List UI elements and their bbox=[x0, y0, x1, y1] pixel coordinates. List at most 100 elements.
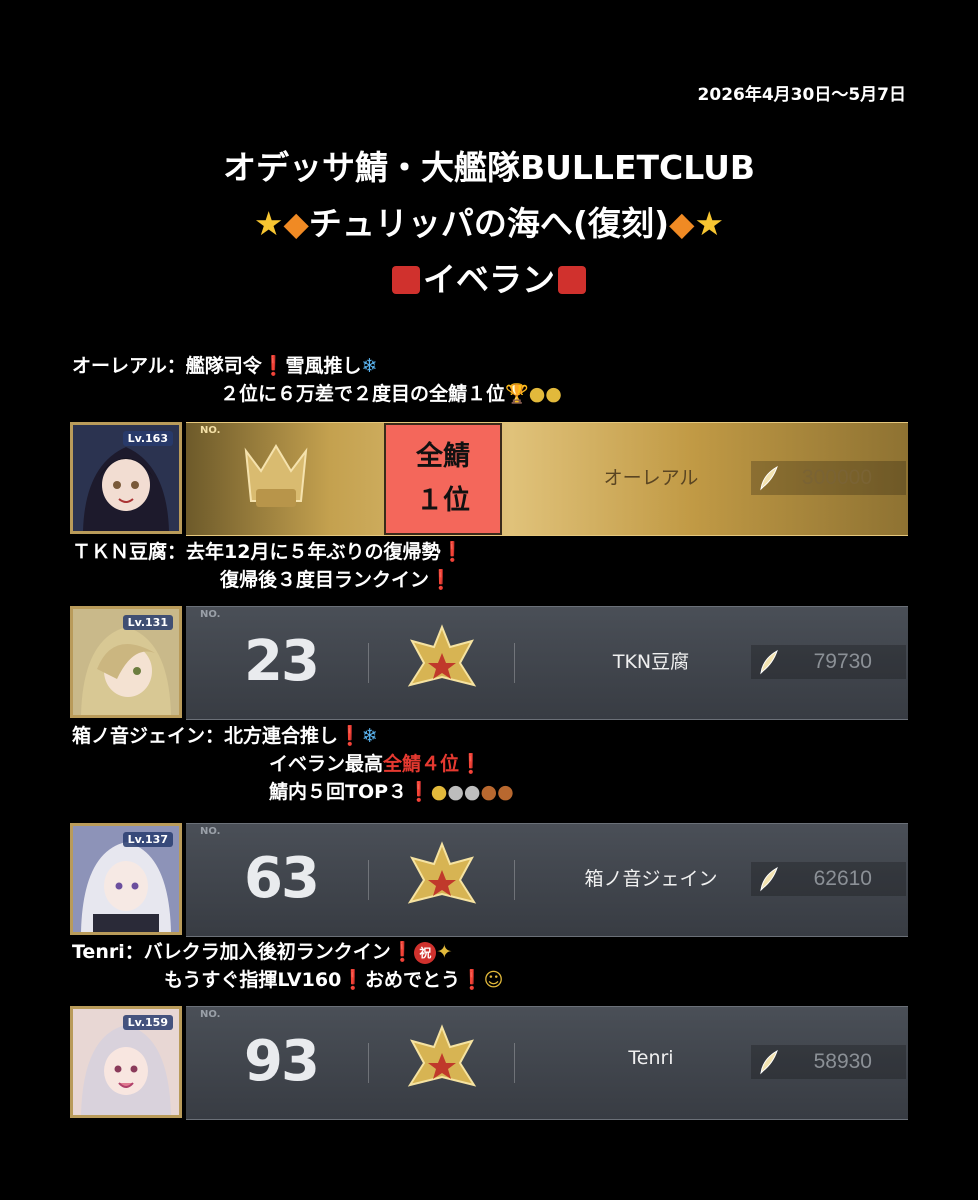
snowflake-icon: ❄ bbox=[361, 725, 378, 747]
level-badge: Lv.163 bbox=[122, 431, 173, 446]
rank-emblem-icon bbox=[407, 841, 477, 904]
subtitle: イベラン bbox=[423, 260, 555, 299]
diamond-icon: ◆ bbox=[283, 204, 309, 243]
divider bbox=[514, 643, 515, 683]
score: 79730 bbox=[813, 650, 872, 673]
rank-bar: NO. 全鯖 １位 オーレアル 300000 bbox=[186, 422, 908, 536]
avatar: Lv.159 bbox=[70, 1006, 182, 1118]
gold-medal-icon: ● bbox=[430, 781, 448, 803]
no-label: NO. bbox=[200, 1009, 221, 1020]
score: 58930 bbox=[813, 1050, 872, 1073]
bronze-medal-icon: ● bbox=[497, 781, 514, 803]
comment-text: Tenri：バレクラ加入後初ランクイン bbox=[72, 941, 391, 963]
title-line-3: イベラン bbox=[0, 252, 978, 308]
rank-number: 63 bbox=[244, 846, 320, 911]
avatar: Lv.163 bbox=[70, 422, 182, 534]
diamond-icon: ◆ bbox=[669, 204, 695, 243]
feather-icon bbox=[760, 1049, 778, 1075]
rank-bar: NO. 93 Tenri 58930 bbox=[186, 1006, 908, 1120]
exclamation-icon: ❗ bbox=[459, 969, 484, 991]
score-box: 300000 bbox=[751, 461, 906, 495]
rank-number: 93 bbox=[244, 1029, 320, 1094]
red-square-icon bbox=[392, 266, 420, 294]
title-line-1: オデッサ鯖・大艦隊BULLETCLUB bbox=[222, 148, 756, 187]
no-label: NO. bbox=[200, 826, 221, 837]
comment-text: ２位に６万差で２度目の全鯖１位 bbox=[220, 383, 506, 405]
first-place-emblem-icon bbox=[244, 444, 308, 507]
star-icon: ★ bbox=[694, 204, 725, 243]
divider bbox=[514, 860, 515, 900]
comment-highlight: 全鯖４位 bbox=[383, 753, 460, 775]
star-icon: ★ bbox=[253, 204, 284, 243]
rank-bar: NO. 63 箱ノ音ジェイン 62610 bbox=[186, 823, 908, 937]
rank-row-3: Lv.137 NO. 63 箱ノ音ジェイン 62610 bbox=[70, 823, 908, 937]
date-range: 2026年4月30日〜5月7日 bbox=[697, 85, 906, 105]
avatar: Lv.131 bbox=[70, 606, 182, 718]
no-label: NO. bbox=[200, 609, 221, 620]
rank-row-4: Lv.159 NO. 93 Tenri 58930 bbox=[70, 1006, 908, 1120]
comment-text: オーレアル：艦隊司令 bbox=[72, 355, 262, 377]
celebration-badge-icon: 祝 bbox=[414, 942, 437, 964]
score: 62610 bbox=[813, 867, 872, 890]
title-block: オデッサ鯖・大艦隊BULLETCLUB ★◆チュリッパの海へ(復刻)◆★ イベラ… bbox=[0, 140, 978, 308]
level-badge: Lv.137 bbox=[122, 832, 173, 847]
exclamation-icon: ❗ bbox=[341, 969, 365, 991]
comment-text: 箱ノ音ジェイン：北方連合推し bbox=[72, 725, 339, 747]
rank-badge-line1: 全鯖 bbox=[416, 441, 470, 472]
level-badge: Lv.159 bbox=[122, 1015, 173, 1030]
rank-badge-line2: １位 bbox=[416, 485, 470, 516]
comment-text: 雪風推し bbox=[285, 355, 362, 377]
rank-number: 23 bbox=[244, 629, 320, 694]
score-box: 62610 bbox=[751, 862, 906, 896]
gold-medal-icon: ● bbox=[545, 383, 562, 405]
no-label: NO. bbox=[200, 425, 221, 436]
rank-row-1: Lv.163 NO. 全鯖 １位 オーレアル 300000 bbox=[70, 422, 908, 536]
exclamation-icon: ❗ bbox=[390, 941, 415, 963]
exclamation-icon: ❗ bbox=[440, 541, 465, 563]
feather-icon bbox=[760, 866, 778, 892]
avatar: Lv.137 bbox=[70, 823, 182, 935]
comment-text: ＴＫＮ豆腐：去年12月に５年ぶりの復帰勢 bbox=[72, 541, 441, 563]
exclamation-icon: ❗ bbox=[261, 355, 286, 377]
rank-emblem-icon bbox=[407, 1024, 477, 1087]
feather-icon bbox=[760, 649, 778, 675]
player-name: 箱ノ音ジェイン bbox=[584, 868, 718, 890]
player-name: Tenri bbox=[628, 1047, 674, 1069]
player-name: オーレアル bbox=[603, 467, 699, 489]
exclamation-icon: ❗ bbox=[429, 569, 453, 591]
event-name: チュリッパの海へ(復刻) bbox=[308, 204, 670, 243]
level-badge: Lv.131 bbox=[122, 615, 173, 630]
comment-2: ＴＫＮ豆腐：去年12月に５年ぶりの復帰勢❗ 復帰後３度目ランクイン❗ bbox=[72, 538, 464, 594]
divider bbox=[368, 1043, 369, 1083]
divider bbox=[514, 1043, 515, 1083]
divider bbox=[368, 860, 369, 900]
score-box: 79730 bbox=[751, 645, 906, 679]
bronze-medal-icon: ● bbox=[480, 781, 498, 803]
comment-text: おめでとう bbox=[364, 969, 460, 991]
red-square-icon bbox=[558, 266, 586, 294]
party-popper-icon: ✦ bbox=[436, 941, 453, 963]
exclamation-icon: ❗ bbox=[407, 781, 431, 803]
exclamation-icon: ❗ bbox=[338, 725, 362, 747]
score-box: 58930 bbox=[751, 1045, 906, 1079]
rank-row-2: Lv.131 NO. 23 TKN豆腐 79730 bbox=[70, 606, 908, 720]
feather-icon bbox=[760, 465, 778, 491]
comment-text: 鯖内５回TOP３ bbox=[269, 781, 408, 803]
silver-medal-icon: ● bbox=[463, 781, 481, 803]
divider bbox=[368, 643, 369, 683]
laughing-face-icon: ☺ bbox=[483, 969, 504, 991]
comment-text: もうすぐ指揮LV160 bbox=[164, 969, 342, 991]
rank-bar: NO. 23 TKN豆腐 79730 bbox=[186, 606, 908, 720]
comment-3: 箱ノ音ジェイン：北方連合推し❗❄ イベラン最高全鯖４位❗ 鯖内５回TOP３❗●●… bbox=[72, 722, 514, 806]
rank-emblem-icon bbox=[407, 624, 477, 687]
score: 300000 bbox=[801, 466, 872, 489]
comment-text: 復帰後３度目ランクイン bbox=[220, 569, 430, 591]
comment-1: オーレアル：艦隊司令❗雪風推し❄ ２位に６万差で２度目の全鯖１位🏆●● bbox=[72, 352, 562, 408]
player-name: TKN豆腐 bbox=[612, 651, 690, 673]
title-line-2: ★◆チュリッパの海へ(復刻)◆★ bbox=[0, 196, 978, 252]
rank-badge-all-servers: 全鯖 １位 bbox=[384, 423, 502, 535]
snowflake-icon: ❄ bbox=[361, 355, 378, 377]
comment-4: Tenri：バレクラ加入後初ランクイン❗ 祝 ✦ もうすぐ指揮LV160❗おめでとう… bbox=[72, 938, 503, 994]
exclamation-icon: ❗ bbox=[459, 753, 483, 775]
comment-text: イベラン最高 bbox=[269, 753, 384, 775]
